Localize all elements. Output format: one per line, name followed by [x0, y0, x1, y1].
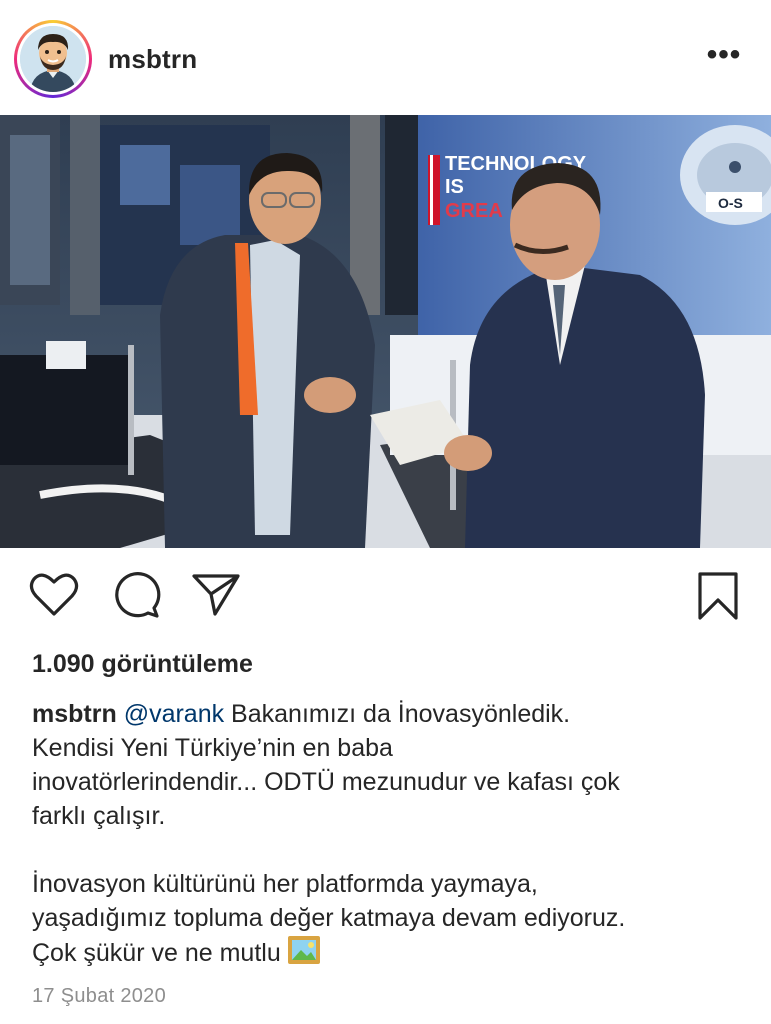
- caption-mention[interactable]: @varank: [124, 700, 224, 728]
- caption-text: Çok şükür ve ne mutlu: [32, 939, 281, 967]
- post-username[interactable]: msbtrn: [108, 44, 197, 75]
- paper-plane-icon[interactable]: [190, 570, 242, 625]
- caption-line: msbtrn @varank Bakanımızı da İnovasyönle…: [32, 697, 752, 731]
- avatar-cartoon-image: [20, 26, 86, 92]
- post-caption: msbtrn @varank Bakanımızı da İnovasyönle…: [32, 697, 752, 970]
- caption-line: farklı çalışır.: [32, 802, 166, 830]
- bookmark-icon[interactable]: [696, 570, 740, 627]
- post-action-bar: [0, 560, 771, 640]
- caption-line: Çok şükür ve ne mutlu: [32, 935, 752, 970]
- more-options-button[interactable]: •••: [702, 40, 746, 74]
- banner-text-3: GREA: [445, 200, 503, 222]
- post-header: msbtrn •••: [0, 0, 771, 115]
- banner-text-2: IS: [445, 176, 464, 198]
- heart-icon[interactable]: [28, 570, 80, 623]
- caption-line: Kendisi Yeni Türkiye’nin en baba: [32, 734, 393, 762]
- caption-line: yaşadığımız topluma değer katmaya devam …: [32, 904, 626, 932]
- sign-os-text: O-S: [718, 195, 743, 211]
- caption-text: Bakanımızı da İnovasyönledik.: [224, 700, 571, 728]
- caption-line: inovatörlerindendir... ODTÜ mezunudur ve…: [32, 768, 620, 796]
- post-date: 17 Şubat 2020: [32, 985, 167, 1007]
- caption-username[interactable]: msbtrn: [32, 700, 117, 728]
- post-video[interactable]: TECHNOLOGY IS GREA O-S: [0, 115, 771, 548]
- video-frame-image: TECHNOLOGY IS GREA O-S: [0, 115, 771, 548]
- avatar[interactable]: [20, 26, 86, 92]
- caption-line: İnovasyon kültürünü her platformda yayma…: [32, 870, 538, 898]
- framed-picture-emoji-icon: [287, 935, 321, 965]
- instagram-post: msbtrn ••• TECHNOLOGY IS GREA O-S 1.090 …: [0, 0, 771, 1024]
- comment-icon[interactable]: [110, 570, 162, 625]
- avatar-story-ring[interactable]: [14, 20, 92, 98]
- view-count[interactable]: 1.090 görüntüleme: [32, 650, 253, 679]
